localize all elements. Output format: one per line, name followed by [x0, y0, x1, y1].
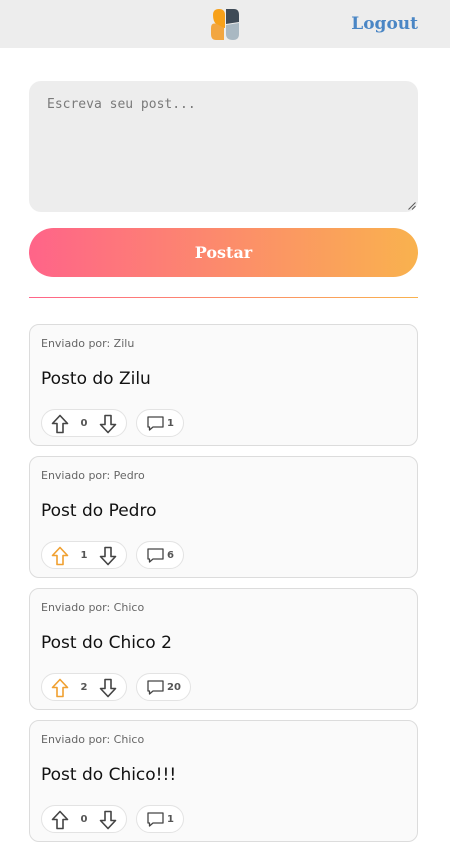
vote-count: 0 — [80, 418, 88, 429]
post-author: Enviado por: Zilu — [41, 337, 135, 350]
comment-count: 1 — [167, 418, 174, 429]
post-button[interactable]: Postar — [29, 228, 418, 277]
post-card: Enviado por: Zilu Posto do Zilu 0 1 — [29, 324, 418, 446]
app-header: Logout — [0, 0, 450, 48]
post-author: Enviado por: Chico — [41, 601, 145, 614]
downvote-arrow-icon[interactable] — [99, 546, 117, 566]
vote-control: 0 — [41, 409, 127, 437]
upvote-arrow-icon[interactable] — [51, 546, 69, 566]
post-title[interactable]: Posto do Zilu — [41, 369, 151, 389]
vote-control: 2 — [41, 673, 127, 701]
upvote-arrow-icon[interactable] — [51, 678, 69, 698]
vote-count: 1 — [80, 550, 88, 561]
comment-count: 1 — [167, 814, 174, 825]
upvote-arrow-icon[interactable] — [51, 414, 69, 434]
comment-icon — [147, 680, 164, 695]
vote-count: 0 — [80, 814, 88, 825]
post-title[interactable]: Post do Chico!!! — [41, 765, 176, 785]
post-author: Enviado por: Chico — [41, 733, 145, 746]
post-card: Enviado por: Chico Post do Chico!!! 0 1 — [29, 720, 418, 842]
downvote-arrow-icon[interactable] — [99, 678, 117, 698]
comments-button[interactable]: 6 — [136, 541, 184, 569]
post-card: Enviado por: Pedro Post do Pedro 1 6 — [29, 456, 418, 578]
upvote-arrow-icon[interactable] — [51, 810, 69, 830]
comment-icon — [147, 416, 164, 431]
post-author: Enviado por: Pedro — [41, 469, 145, 482]
resize-grip-icon[interactable] — [408, 202, 416, 210]
comment-count: 6 — [167, 550, 174, 561]
comment-icon — [147, 548, 164, 563]
vote-control: 0 — [41, 805, 127, 833]
comment-icon — [147, 812, 164, 827]
comment-count: 20 — [167, 682, 181, 693]
vote-count: 2 — [80, 682, 88, 693]
logout-link[interactable]: Logout — [351, 14, 418, 34]
downvote-arrow-icon[interactable] — [99, 414, 117, 434]
post-feed: Enviado por: Zilu Posto do Zilu 0 1 Envi… — [29, 324, 418, 852]
downvote-arrow-icon[interactable] — [99, 810, 117, 830]
comments-button[interactable]: 20 — [136, 673, 191, 701]
app-logo-icon[interactable] — [210, 8, 240, 41]
comments-button[interactable]: 1 — [136, 409, 184, 437]
divider — [29, 297, 418, 298]
comments-button[interactable]: 1 — [136, 805, 184, 833]
post-title[interactable]: Post do Pedro — [41, 501, 156, 521]
post-title[interactable]: Post do Chico 2 — [41, 633, 172, 653]
post-input[interactable] — [29, 81, 418, 212]
vote-control: 1 — [41, 541, 127, 569]
post-card: Enviado por: Chico Post do Chico 2 2 20 — [29, 588, 418, 710]
